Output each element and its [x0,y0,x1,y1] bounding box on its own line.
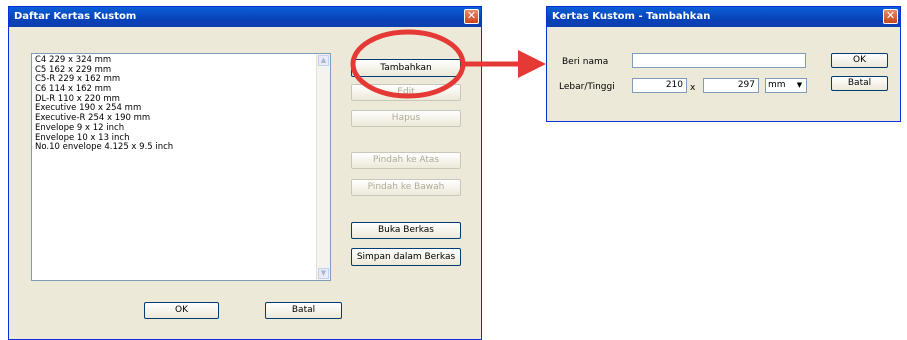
add-dialog-title: Kertas Kustom - Tambahkan [547,7,900,27]
close-icon[interactable]: ✕ [883,9,898,24]
list-item[interactable]: No.10 envelope 4.125 x 9.5 inch [32,142,330,153]
cancel-button[interactable]: Batal [265,302,342,319]
height-input[interactable]: 297 [703,78,759,93]
save-to-file-button[interactable]: Simpan dalam Berkas [351,248,461,266]
scroll-down-icon[interactable]: ▼ [318,268,329,279]
paper-list[interactable]: C4 229 x 324 mm C5 162 x 229 mm C5-R 229 x… [31,53,331,281]
delete-button[interactable]: Hapus [351,110,461,127]
width-input[interactable]: 210 [632,78,687,93]
add-cancel-button[interactable]: Batal [831,76,888,91]
add-ok-button[interactable]: OK [831,53,888,68]
move-down-button[interactable]: Pindah ke Bawah [351,179,461,196]
dimension-separator: x [690,83,696,93]
open-file-button[interactable]: Buka Berkas [351,222,461,239]
add-button[interactable]: Tambahkan [351,59,461,77]
custom-paper-list-dialog: Daftar Kertas Kustom ✕ C4 229 x 324 mm C5… [8,6,482,340]
edit-button[interactable]: Edit [351,84,461,101]
arrow-head [518,50,546,78]
close-icon[interactable]: ✕ [464,9,479,24]
dialog-title: Daftar Kertas Kustom [9,7,481,27]
move-up-button[interactable]: Pindah ke Atas [351,152,461,169]
list-scrollbar[interactable]: ▲ ▼ [316,54,330,280]
chevron-down-icon[interactable]: ▼ [794,80,805,91]
unit-select-value: mm [768,80,786,90]
name-label: Beri nama [562,57,609,67]
scroll-up-icon[interactable]: ▲ [318,55,329,66]
name-input[interactable] [632,53,806,68]
add-custom-paper-dialog: Kertas Kustom - Tambahkan ✕ Beri nama Le… [546,6,901,122]
unit-select[interactable]: mm ▼ [765,78,807,93]
width-height-label: Lebar/Tinggi [559,82,615,92]
paper-list-items: C4 229 x 324 mm C5 162 x 229 mm C5-R 229 x… [32,54,330,153]
ok-button[interactable]: OK [144,302,219,319]
